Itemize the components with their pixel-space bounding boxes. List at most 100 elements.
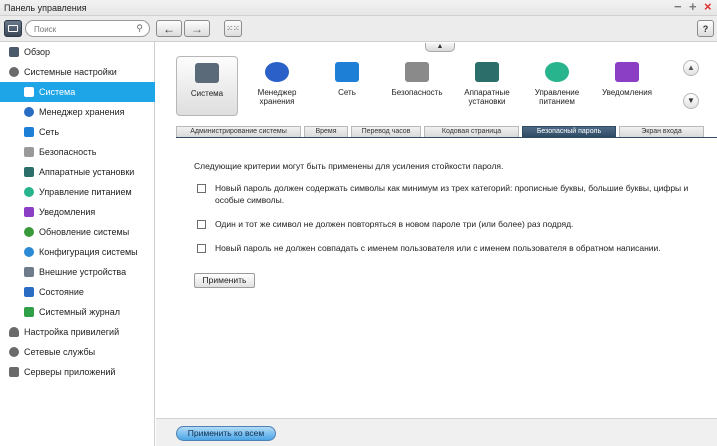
category-label: Аппаратные установки <box>464 88 510 106</box>
back-button[interactable]: ← <box>156 20 182 37</box>
arrow-right-icon: → <box>191 21 203 36</box>
scroll-up-button[interactable]: ▲ <box>683 60 699 76</box>
category-label: Управление питанием <box>534 88 580 106</box>
sidebar-item-label: Серверы приложений <box>24 367 116 377</box>
category-notifications[interactable]: Уведомления <box>596 56 658 116</box>
close-icon[interactable]: × <box>704 0 712 14</box>
search-icon[interactable]: ⚲ <box>136 23 143 34</box>
category-storage-manager[interactable]: Менеджер хранения <box>246 56 308 116</box>
category-power[interactable]: Управление питанием <box>526 56 588 116</box>
category-label: Система <box>190 89 224 98</box>
sidebar-item-hardware[interactable]: Аппаратные установки <box>0 162 155 182</box>
category-label: Уведомления <box>601 88 653 97</box>
user-icon <box>9 327 19 337</box>
title-bar: Панель управления − + × <box>0 0 717 16</box>
sidebar-item-network-services[interactable]: Сетевые службы <box>0 342 155 362</box>
sidebar-item-label: Уведомления <box>39 207 96 217</box>
config-icon <box>24 247 34 257</box>
system-icon <box>24 87 34 97</box>
sidebar-item-label: Сетевые службы <box>24 347 96 357</box>
sidebar-item-status[interactable]: Состояние <box>0 282 155 302</box>
sidebar-item-power[interactable]: Управление питанием <box>0 182 155 202</box>
sidebar-item-label: Системный журнал <box>39 307 120 317</box>
search-box: ⚲ <box>25 20 150 37</box>
sidebar-item-external-devices[interactable]: Внешние устройства <box>0 262 155 282</box>
sidebar-item-network[interactable]: Сеть <box>0 122 155 142</box>
sidebar-item-label: Менеджер хранения <box>39 107 125 117</box>
sidebar-item-system-log[interactable]: Системный журнал <box>0 302 155 322</box>
sidebar-item-app-servers[interactable]: Серверы приложений <box>0 362 155 382</box>
sidebar-item-label: Конфигурация системы <box>39 247 138 257</box>
status-icon <box>24 287 34 297</box>
sidebar-item-notifications[interactable]: Уведомления <box>0 202 155 222</box>
overview-icon <box>9 47 19 57</box>
sidebar-item-label: Аппаратные установки <box>39 167 135 177</box>
notification-icon <box>24 207 34 217</box>
network-icon <box>335 62 359 82</box>
footer-bar: Применить ко всем <box>156 418 717 446</box>
category-network[interactable]: Сеть <box>316 56 378 116</box>
apply-all-button[interactable]: Применить ко всем <box>176 426 276 441</box>
help-label: ? <box>702 23 709 34</box>
sidebar-item-system[interactable]: Система <box>0 82 155 102</box>
window-title: Панель управления <box>4 3 87 13</box>
tab-underline <box>176 137 717 138</box>
hardware-icon <box>24 167 34 177</box>
lock-icon <box>24 147 34 157</box>
gear-icon <box>9 67 19 77</box>
collapse-toggle[interactable]: ▲ <box>425 43 455 52</box>
window-icon <box>8 25 18 32</box>
subtab-bar: Администрирование системы Время Перевод … <box>176 126 711 137</box>
sidebar-item-label: Состояние <box>39 287 84 297</box>
power-icon <box>545 62 569 82</box>
network-services-icon <box>9 347 19 357</box>
option-not-username-label: Новый пароль не должен совпадать с имене… <box>215 243 661 253</box>
sidebar-item-security[interactable]: Безопасность <box>0 142 155 162</box>
tab-time[interactable]: Время <box>304 126 348 137</box>
sidebar-item-label: Системные настройки <box>24 67 117 77</box>
power-icon <box>24 187 34 197</box>
intro-text: Следующие критерии могут быть применены … <box>194 161 504 171</box>
sidebar-item-system-settings[interactable]: Системные настройки <box>0 62 155 82</box>
storage-icon <box>265 62 289 82</box>
tab-daylight-saving[interactable]: Перевод часов <box>351 126 421 137</box>
lock-icon <box>405 62 429 82</box>
tab-code-page[interactable]: Кодовая страница <box>424 126 519 137</box>
sidebar-item-privileges[interactable]: Настройка привилегий <box>0 322 155 342</box>
notification-icon <box>615 62 639 82</box>
sidebar-item-overview[interactable]: Обзор <box>0 42 155 62</box>
category-label: Сеть <box>338 88 356 97</box>
category-hardware[interactable]: Аппаратные установки <box>456 56 518 116</box>
tab-secure-password[interactable]: Безопасный пароль <box>522 126 616 137</box>
category-system[interactable]: Система <box>176 56 238 116</box>
search-input[interactable] <box>34 23 129 35</box>
apply-button[interactable]: Применить <box>194 273 255 288</box>
log-icon <box>24 307 34 317</box>
tab-login-screen[interactable]: Экран входа <box>619 126 704 137</box>
menu-button[interactable] <box>4 20 22 37</box>
chevron-down-icon: ▼ <box>687 96 695 105</box>
sidebar-item-label: Внешние устройства <box>39 267 127 277</box>
sidebar-item-system-config[interactable]: Конфигурация системы <box>0 242 155 262</box>
minimize-icon[interactable]: − <box>674 0 682 14</box>
app-servers-icon <box>9 367 19 377</box>
checkbox-no-repeat[interactable] <box>197 220 206 229</box>
sidebar-item-storage-manager[interactable]: Менеджер хранения <box>0 102 155 122</box>
category-label: Менеджер хранения <box>257 88 297 106</box>
scroll-down-button[interactable]: ▼ <box>683 93 699 109</box>
maximize-icon[interactable]: + <box>689 0 697 14</box>
apps-grid-button[interactable]: ⁙⁙ <box>224 20 242 37</box>
tab-system-administration[interactable]: Администрирование системы <box>176 126 301 137</box>
checkbox-three-categories[interactable] <box>197 184 206 193</box>
external-device-icon <box>24 267 34 277</box>
forward-button[interactable]: → <box>184 20 210 37</box>
sidebar-item-system-update[interactable]: Обновление системы <box>0 222 155 242</box>
storage-icon <box>24 107 34 117</box>
category-security[interactable]: Безопасность <box>386 56 448 116</box>
arrow-left-icon: ← <box>163 21 175 36</box>
category-label: Безопасность <box>391 88 443 97</box>
option-no-repeat-label: Один и тот же символ не должен повторять… <box>215 219 574 229</box>
checkbox-not-username[interactable] <box>197 244 206 253</box>
update-icon <box>24 227 34 237</box>
help-button[interactable]: ? <box>697 20 714 37</box>
